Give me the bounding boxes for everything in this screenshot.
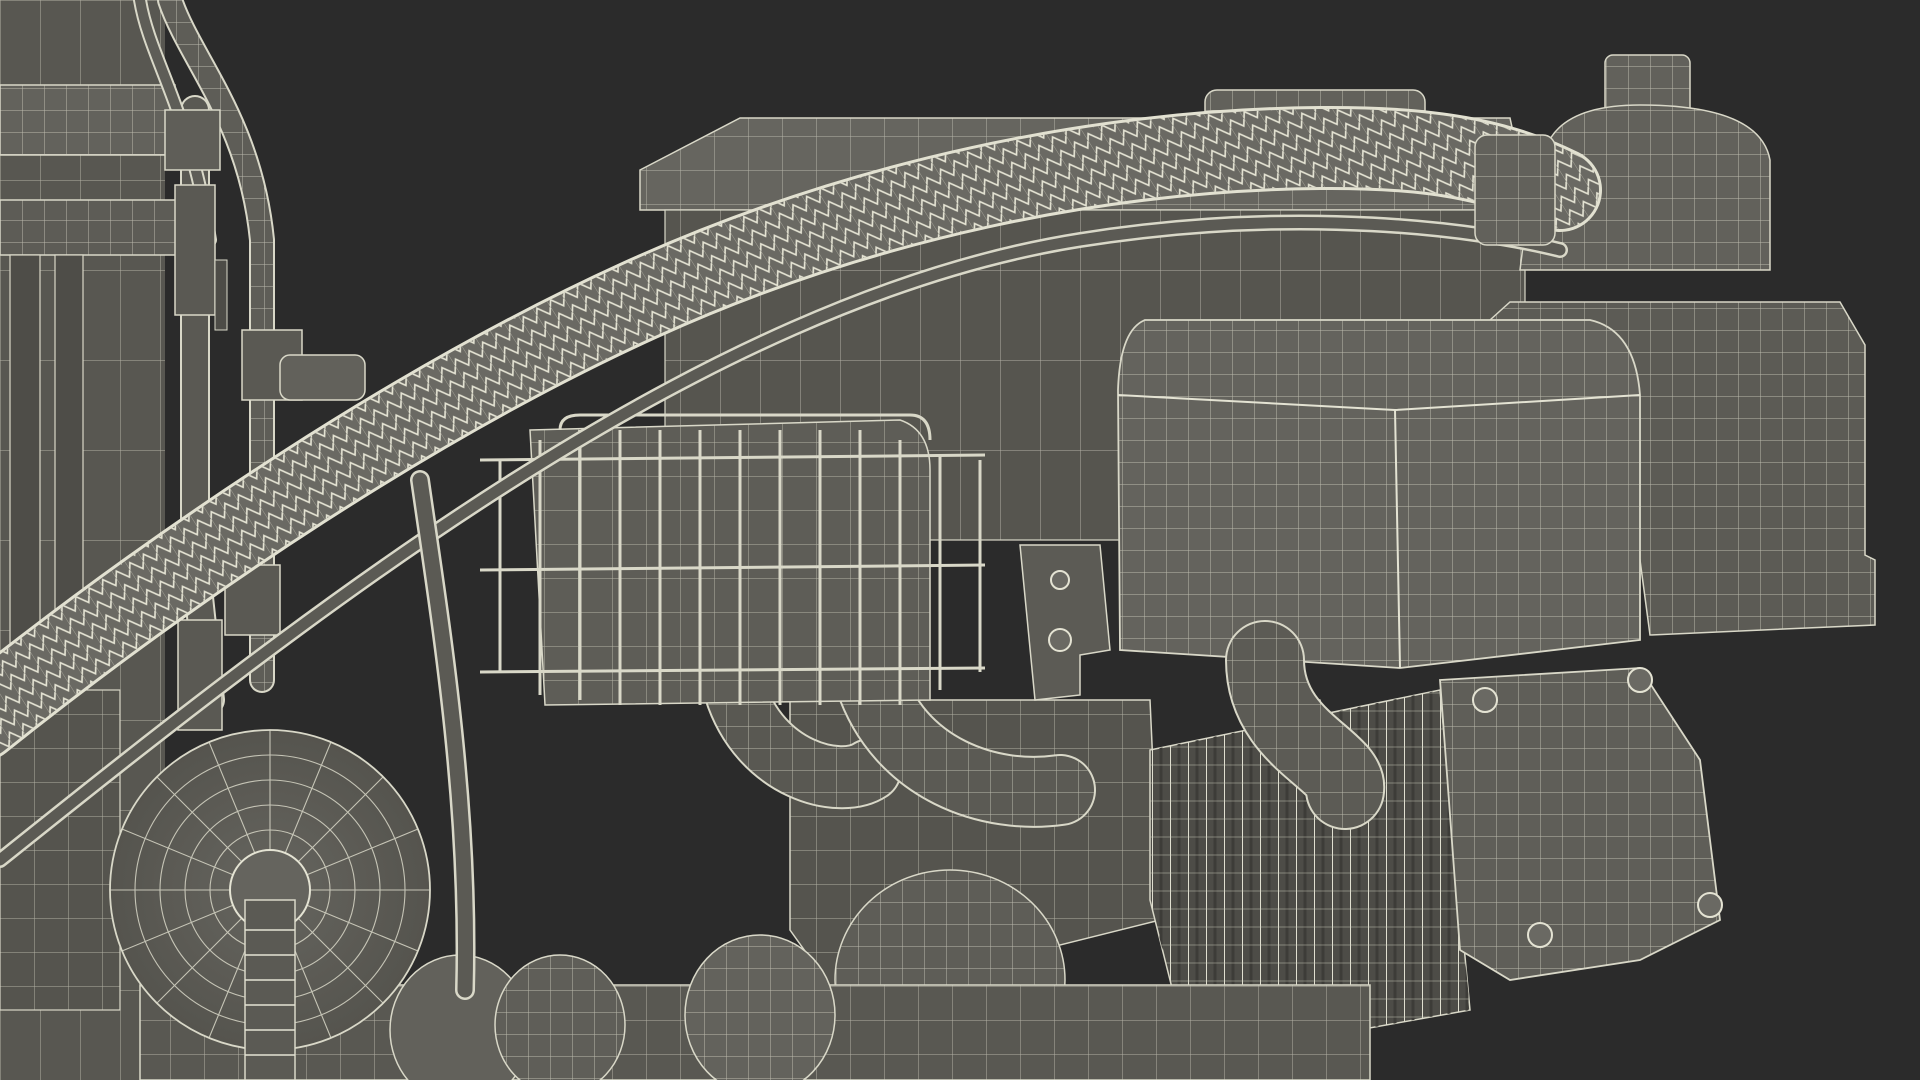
hose-coupling [1474, 134, 1556, 246]
exhaust-elbow [1225, 620, 1385, 830]
cylinder-head-cover [1439, 667, 1723, 981]
wireframe-scene [0, 0, 1876, 1080]
air-filter-housing-front [1117, 319, 1641, 669]
mounting-bracket [1019, 544, 1111, 701]
gauge-stem-fitting [244, 899, 296, 1080]
battery [529, 419, 931, 706]
render-viewport [0, 0, 1920, 1080]
